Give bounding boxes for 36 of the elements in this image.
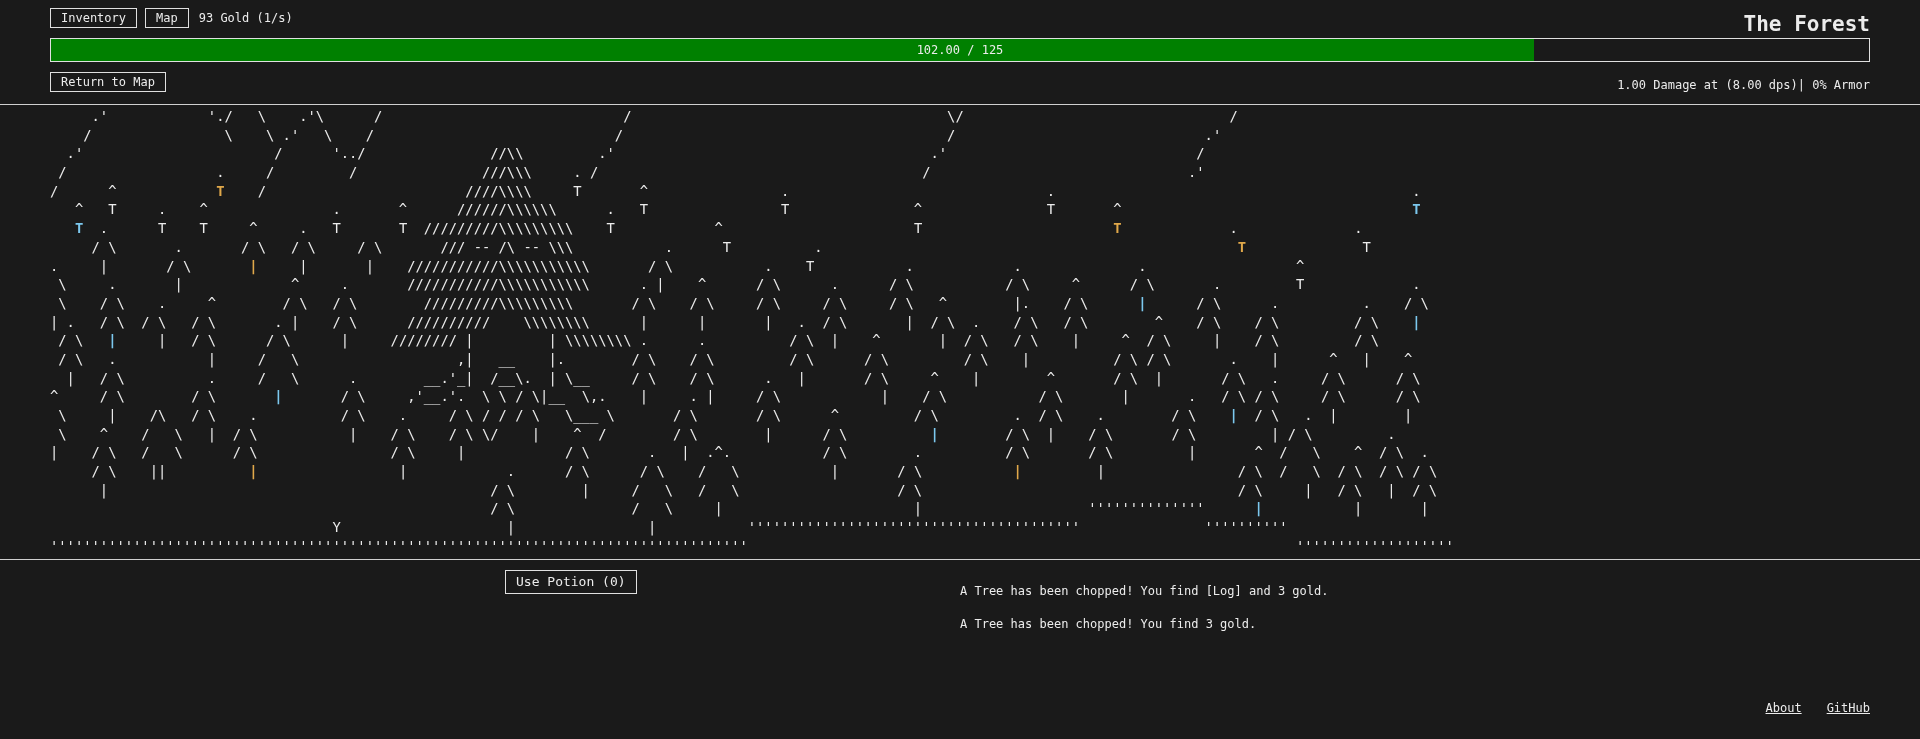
- ascii-art-line: . | / \ | | | ///////////\\\\\\\\\\\ / \ . T . . . ^: [50, 256, 1305, 276]
- ascii-art-line: ^ / \ / \ | / \ ,'__.'. \ \ / \|__ \,. | . | / \ | / \ / \ | . / \ / \ / \ / \: [50, 387, 1421, 406]
- nav-button[interactable]: Inventory: [50, 8, 138, 28]
- combat-stats: 1.00 Damage at (8.00 dps)| 0% Armor: [1617, 77, 1870, 94]
- footer-link[interactable]: About: [1765, 699, 1802, 717]
- ascii-art-line: / \ . / \ / \ / \ /// -- /\ -- \\\ . T . T T: [90, 237, 1371, 257]
- ascii-art-line: / \ . | / \ ,| __ |. / \ / \ / \ / \ / \ | / \ / \ . | ^ | ^: [57, 349, 1413, 369]
- ascii-art-line: .' './ \ .'\ / / \/ /: [90, 107, 1238, 126]
- ascii-art-line: | / \ | / \ / \ / \ / \ | / \ | / \: [98, 480, 1438, 500]
- ascii-art-line: Y | | '''''''''''''''''''''''''''''''''''''''' '''''''''': [331, 518, 1288, 537]
- ascii-art-line: | / \ . / \ . __.'_| /__\. | \__ / \ / \ . | / \ ^ | ^ / \ | / \ . / \ / \: [65, 368, 1421, 388]
- return-to-map-button[interactable]: Return to Map: [50, 72, 166, 92]
- currency-counter: 93 Gold (1/s): [198, 10, 293, 27]
- ascii-art-line: \ | /\ / \ . / \ . / \ / / / \ \___ \ / \ / \ ^ / \ . / \ . / \ | / \ . | |: [57, 406, 1413, 425]
- ascii-art-line: \ / \ . ^ / \ / \ /////////\\\\\\\\\ / \ / \ / \ / \ / \ ^ |. / \ | / \ . . / \: [57, 293, 1429, 313]
- ascii-art-line: / \ / \ | | '''''''''''''' | | |: [489, 499, 1429, 519]
- ascii-art-line: \ . | ^ . ///////////\\\\\\\\\\\ . | ^ / \ . / \ / \ ^ / \ . T .: [57, 275, 1421, 294]
- ascii-art-line: ^ T . ^ . ^ //////\\\\\\ . T T ^ T ^ T: [73, 200, 1421, 220]
- ascii-art-line: \ ^ / \ | / \ | / \ / \ \/ | ^ / / \ | / \ | / \ | / \ / \ | / \ .: [57, 424, 1396, 444]
- ascii-art-line: T . T T ^ . T T /////////\\\\\\\\\ T ^ T T . .: [73, 219, 1363, 238]
- location-title: The Forest: [1743, 11, 1870, 38]
- footer-link[interactable]: GitHub: [1826, 699, 1870, 717]
- ascii-art-line: / . / / ///\\\ . / / .': [57, 163, 1205, 182]
- ascii-art-line: / \ | | / \ / \ | //////// | | \\\\\\\\ . . / \ | ^ | / \ / \ | ^ / \ | / \ / \: [57, 331, 1380, 350]
- ascii-art-line: / ^ T / ////\\\\ T ^ . . .: [50, 181, 1421, 201]
- health-bar-label: 102.00 / 125: [915, 42, 1005, 59]
- ascii-art-line: '''''''''''''''''''''''''''''''''''''''''''''''''''''''''''''''''''''''''''''''''''' ''''''''''''''''''': [50, 536, 1454, 556]
- ascii-art-line: | / \ / \ / \ / \ | / \ . | .^. / \ . / \ / \ | ^ / \ ^ / \ .: [50, 443, 1429, 463]
- ascii-art-line: | . / \ / \ / \ . | / \ ////////// \\\\\\\\ | | | . / \ | / \ . / \ / \ ^ / \ / \ / \ |: [50, 312, 1421, 332]
- ascii-art-line: / \ || | | . / \ / \ / \ | / \ | | / \ / \ / \ / \ / \: [90, 462, 1438, 481]
- ascii-art-line: .' / '../ //\\ .' .' /: [65, 144, 1205, 164]
- ascii-art-line: / \ \ .' \ / / / .': [82, 125, 1222, 145]
- use-potion-button[interactable]: Use Potion (0): [505, 570, 637, 594]
- log-message: A Tree has been chopped! You find [Log] and 3 gold.: [960, 583, 1329, 600]
- log-message: A Tree has been chopped! You find 3 gold.: [960, 616, 1258, 633]
- nav-button[interactable]: Map: [145, 8, 189, 28]
